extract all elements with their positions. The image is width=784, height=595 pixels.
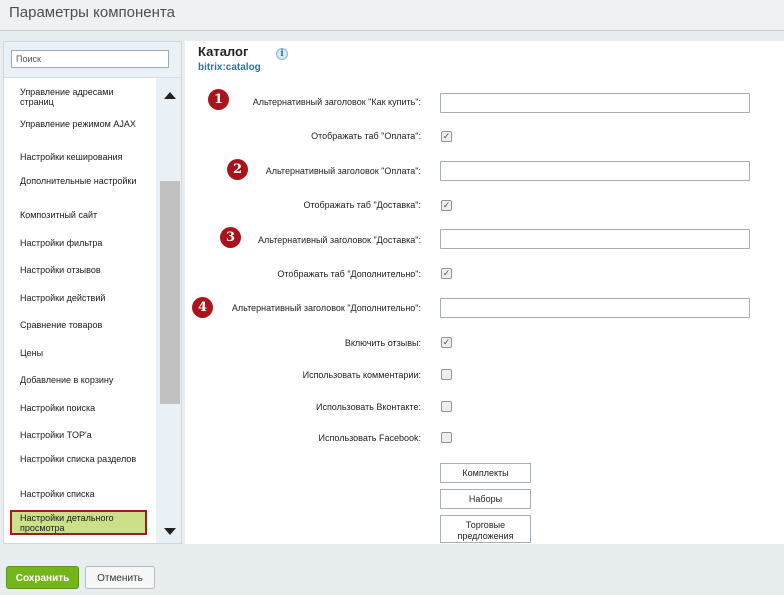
- sidebar-item-section-list[interactable]: Настройки списка разделов: [20, 454, 140, 464]
- component-title: Каталог: [198, 44, 249, 59]
- sidebar-item-top[interactable]: Настройки TOP'a: [20, 430, 140, 440]
- kits-button[interactable]: Комплекты: [440, 463, 531, 483]
- title-bar: Параметры компонента: [0, 0, 784, 31]
- marker-badge: 4: [192, 297, 213, 318]
- sidebar: Управление адресами страниц Управление р…: [3, 41, 182, 544]
- cancel-button[interactable]: Отменить: [85, 566, 155, 589]
- setting-label: Альтернативный заголовок "Дополнительно"…: [231, 303, 421, 313]
- sidebar-item-detail[interactable]: Настройки детального просмотра: [10, 510, 147, 535]
- marker-badge: 3: [220, 227, 241, 248]
- sidebar-item-list[interactable]: Настройки списка: [20, 489, 140, 499]
- search-input[interactable]: [11, 50, 169, 68]
- info-icon[interactable]: i: [276, 48, 288, 60]
- payment-title-input[interactable]: [440, 161, 750, 181]
- sidebar-item-compare[interactable]: Сравнение товаров: [20, 320, 140, 330]
- sidebar-item-composite[interactable]: Композитный сайт: [20, 210, 140, 220]
- sidebar-item-actions[interactable]: Настройки действий: [20, 293, 140, 303]
- setting-label: Отображать таб "Дополнительно":: [277, 269, 421, 279]
- setting-label: Использовать Facebook:: [318, 433, 421, 443]
- how-to-buy-title-input[interactable]: [440, 93, 750, 113]
- setting-label: Отображать таб "Оплата":: [311, 131, 421, 141]
- marker-badge: 1: [208, 89, 229, 110]
- show-payment-tab-checkbox[interactable]: ✓: [441, 131, 452, 142]
- sidebar-item-ajax[interactable]: Управление режимом AJAX: [20, 119, 140, 129]
- setting-label: Включить отзывы:: [344, 338, 421, 348]
- sidebar-item-basket[interactable]: Добавление в корзину: [20, 375, 140, 385]
- trade-offers-button[interactable]: Торговые предложения: [440, 515, 531, 543]
- setting-label: Использовать комментарии:: [302, 370, 421, 380]
- sidebar-nav: Управление адресами страниц Управление р…: [4, 78, 156, 543]
- setting-label: Отображать таб "Доставка":: [303, 200, 421, 210]
- sidebar-item-additional[interactable]: Дополнительные настройки: [20, 176, 140, 186]
- enable-reviews-checkbox[interactable]: ✓: [441, 337, 452, 348]
- marker-badge: 2: [227, 159, 248, 180]
- scroll-down-icon[interactable]: [164, 528, 176, 535]
- sidebar-item-cache[interactable]: Настройки кеширования: [20, 152, 140, 162]
- setting-label: Альтернативный заголовок "Доставка":: [258, 235, 421, 245]
- component-code: bitrix:catalog: [198, 62, 261, 73]
- sets-button[interactable]: Наборы: [440, 489, 531, 509]
- use-comments-checkbox[interactable]: [441, 369, 452, 380]
- show-additional-tab-checkbox[interactable]: ✓: [441, 268, 452, 279]
- show-delivery-tab-checkbox[interactable]: ✓: [441, 200, 452, 211]
- setting-label: Альтернативный заголовок "Оплата":: [265, 166, 421, 176]
- setting-label: Использовать Вконтакте:: [315, 402, 421, 412]
- sidebar-scrollbar-thumb[interactable]: [160, 181, 180, 404]
- save-button[interactable]: Сохранить: [6, 566, 79, 589]
- footer: Сохранить Отменить: [0, 554, 784, 595]
- sidebar-item-url-management[interactable]: Управление адресами страниц: [20, 87, 140, 107]
- scroll-up-icon[interactable]: [164, 92, 176, 99]
- settings-panel: Каталог bitrix:catalog i 1 Альтернативны…: [185, 41, 784, 544]
- window-title: Параметры компонента: [9, 4, 175, 21]
- additional-title-input[interactable]: [440, 298, 750, 318]
- setting-label: Альтернативный заголовок "Как купить":: [252, 97, 421, 107]
- delivery-title-input[interactable]: [440, 229, 750, 249]
- sidebar-item-filter[interactable]: Настройки фильтра: [20, 238, 140, 248]
- sidebar-item-reviews[interactable]: Настройки отзывов: [20, 265, 140, 275]
- sidebar-item-search[interactable]: Настройки поиска: [20, 403, 140, 413]
- sidebar-item-prices[interactable]: Цены: [20, 348, 140, 358]
- use-vkontakte-checkbox[interactable]: [441, 401, 452, 412]
- use-facebook-checkbox[interactable]: [441, 432, 452, 443]
